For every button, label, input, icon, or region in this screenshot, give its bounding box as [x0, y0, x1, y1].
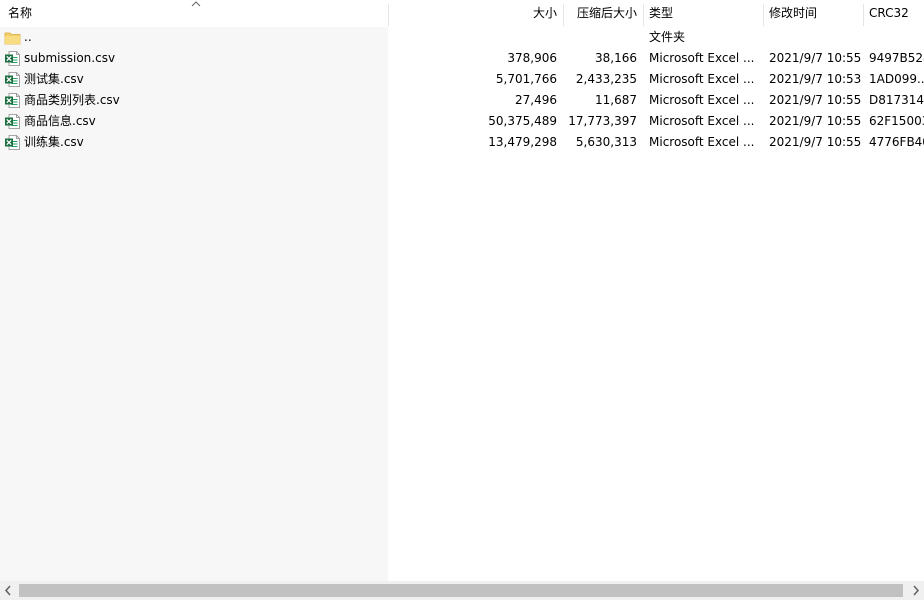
file-name: 商品信息.csv: [24, 114, 96, 128]
file-type: Microsoft Excel ...: [649, 51, 755, 65]
file-name-cell[interactable]: 商品信息.csv: [4, 111, 388, 132]
scroll-right-icon: [913, 585, 920, 596]
file-type: Microsoft Excel ...: [649, 72, 755, 86]
file-size: 378,906: [507, 51, 557, 65]
excel-csv-icon: [4, 92, 21, 109]
file-modified-time: 2021/9/7 10:55: [769, 114, 861, 128]
column-header-size[interactable]: 大小: [390, 0, 557, 27]
column-divider[interactable]: [563, 4, 564, 26]
file-modified-time: 2021/9/7 10:53: [769, 72, 861, 86]
file-list: .. 文件夹 submission.csv 378,906 38,166 Microsof…: [0, 27, 924, 153]
scroll-right-button[interactable]: [907, 581, 924, 600]
file-crc32: 1AD099...: [869, 72, 924, 86]
column-header-modified-label: 修改时间: [769, 6, 818, 20]
file-name-cell[interactable]: 测试集.csv: [4, 69, 388, 90]
file-name: 测试集.csv: [24, 72, 84, 86]
file-crc32: D8173143: [869, 93, 924, 107]
column-header-bar: 名称 大小 压缩后大小 类型 修改时间 CRC32: [0, 0, 924, 27]
file-compressed-size: [563, 27, 637, 48]
column-divider[interactable]: [863, 4, 864, 26]
file-crc32: 9497B528: [869, 51, 924, 65]
file-modified-time: [769, 27, 861, 48]
file-compressed-size: 38,166: [595, 51, 637, 65]
column-header-name-label: 名称: [8, 6, 33, 20]
file-modified-time: 2021/9/7 10:55: [769, 51, 861, 65]
file-name-cell[interactable]: submission.csv: [4, 48, 388, 69]
file-name: ..: [24, 30, 32, 44]
sort-ascending-icon: [191, 1, 201, 7]
scroll-left-button[interactable]: [0, 581, 17, 600]
excel-csv-icon: [4, 50, 21, 67]
column-divider[interactable]: [388, 4, 389, 26]
file-row[interactable]: 训练集.csv 13,479,298 5,630,313 Microsoft Exce…: [0, 132, 924, 153]
excel-csv-icon: [4, 71, 21, 88]
file-type: Microsoft Excel ...: [649, 93, 755, 107]
file-type: 文件夹: [649, 30, 686, 44]
file-name: submission.csv: [24, 51, 116, 65]
column-header-crc[interactable]: CRC32: [869, 0, 924, 27]
file-row[interactable]: .. 文件夹: [0, 27, 924, 48]
column-header-size-label: 大小: [532, 6, 557, 20]
file-row[interactable]: 测试集.csv 5,701,766 2,433,235 Microsoft Excel…: [0, 69, 924, 90]
column-header-compressed[interactable]: 压缩后大小: [565, 0, 637, 27]
file-type: Microsoft Excel ...: [649, 135, 755, 149]
folder-icon: [4, 29, 21, 46]
file-row[interactable]: 商品类别列表.csv 27,496 11,687 Microsoft Excel ..…: [0, 90, 924, 111]
column-divider[interactable]: [763, 4, 764, 26]
file-compressed-size: 11,687: [595, 93, 637, 107]
file-size: 13,479,298: [488, 135, 557, 149]
column-header-type-label: 类型: [649, 6, 674, 20]
file-size: [390, 27, 557, 48]
column-header-crc-label: CRC32: [869, 6, 909, 20]
column-header-compressed-label: 压缩后大小: [576, 6, 637, 20]
scrollbar-thumb[interactable]: [19, 584, 903, 597]
excel-csv-icon: [4, 134, 21, 151]
column-divider[interactable]: [643, 4, 644, 26]
file-compressed-size: 17,773,397: [568, 114, 637, 128]
file-compressed-size: 2,433,235: [575, 72, 637, 86]
file-size: 5,701,766: [495, 72, 557, 86]
excel-csv-icon: [4, 113, 21, 130]
file-row[interactable]: submission.csv 378,906 38,166 Microsoft Exc…: [0, 48, 924, 69]
file-crc32: [869, 27, 924, 48]
file-compressed-size: 5,630,313: [575, 135, 637, 149]
file-modified-time: 2021/9/7 10:55: [769, 93, 861, 107]
file-size: 27,496: [515, 93, 557, 107]
file-name-cell[interactable]: 商品类别列表.csv: [4, 90, 388, 111]
column-header-type[interactable]: 类型: [649, 0, 761, 27]
scroll-left-icon: [4, 585, 11, 596]
file-size: 50,375,489: [488, 114, 557, 128]
column-header-modified[interactable]: 修改时间: [769, 0, 861, 27]
file-row[interactable]: 商品信息.csv 50,375,489 17,773,397 Microsoft Ex…: [0, 111, 924, 132]
file-name-cell[interactable]: 训练集.csv: [4, 132, 388, 153]
file-crc32: 62F15003: [869, 114, 924, 128]
file-name-cell[interactable]: ..: [4, 27, 388, 48]
file-name: 训练集.csv: [24, 135, 84, 149]
horizontal-scrollbar[interactable]: [0, 581, 924, 600]
file-crc32: 4776FB40: [869, 135, 924, 149]
file-name: 商品类别列表.csv: [24, 93, 120, 107]
file-modified-time: 2021/9/7 10:55: [769, 135, 861, 149]
file-type: Microsoft Excel ...: [649, 114, 755, 128]
